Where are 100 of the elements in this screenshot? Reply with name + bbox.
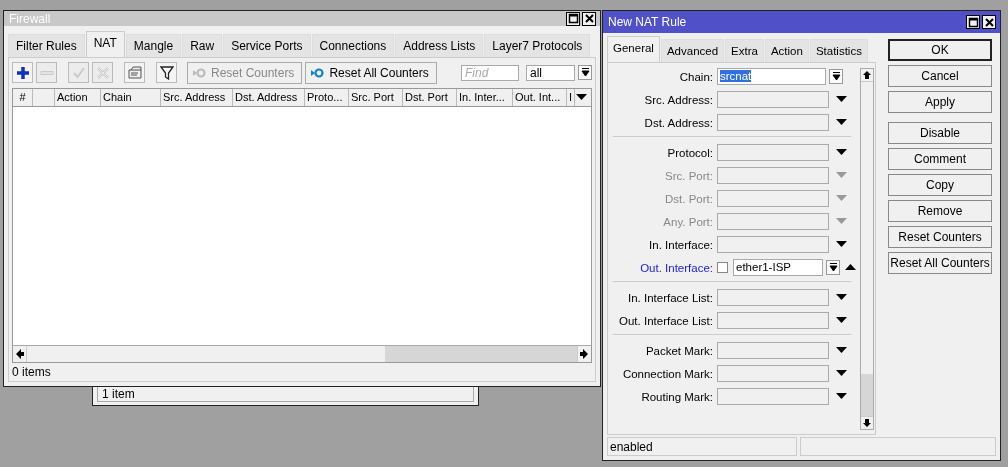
close-icon[interactable] (982, 15, 996, 29)
close-icon[interactable] (582, 11, 596, 26)
reset-icon (193, 67, 207, 78)
input-field[interactable] (717, 236, 829, 253)
field-label: Dst. Port: (664, 192, 714, 205)
tab[interactable]: Raw (182, 34, 223, 57)
tab[interactable]: Address Lists (395, 34, 484, 57)
field-label: Dst. Address: (643, 116, 714, 129)
action-button[interactable]: Apply (888, 91, 992, 113)
tab[interactable]: Mangle (125, 34, 182, 57)
right-arrow-icon[interactable] (578, 347, 590, 361)
reset-button[interactable]: Reset All Counters (305, 61, 437, 84)
checkbox[interactable] (717, 262, 728, 273)
column-header[interactable]: Src. Port (349, 89, 403, 106)
dropdown-icon[interactable] (835, 347, 847, 354)
field-label: Out. Interface: (639, 261, 714, 274)
input-field[interactable] (717, 114, 829, 131)
field-label: Protocol: (666, 146, 714, 159)
left-arrow-icon[interactable] (14, 347, 26, 361)
select-field[interactable]: srcnat (717, 68, 826, 85)
collapse-icon[interactable] (844, 264, 856, 271)
column-header[interactable]: Action (55, 89, 101, 106)
dropdown-icon[interactable] (829, 69, 843, 84)
scroll-thumb[interactable] (861, 374, 873, 416)
input-field[interactable] (717, 213, 829, 230)
input-field[interactable] (717, 388, 829, 405)
field-label: Connection Mark: (621, 367, 714, 380)
field-label: Src. Address: (643, 93, 714, 106)
field-label: Routing Mark: (640, 390, 714, 403)
horizontal-scrollbar[interactable] (13, 345, 591, 362)
column-header[interactable]: In. Inter... (457, 89, 513, 106)
window-title: New NAT Rule (608, 15, 687, 29)
action-button[interactable]: Remove (888, 200, 992, 222)
filter-button[interactable] (156, 62, 177, 83)
column-header[interactable]: Src. Address (161, 89, 233, 106)
input-field[interactable] (717, 91, 829, 108)
action-button[interactable]: Reset Counters (888, 226, 992, 248)
field-label: Src. Port: (664, 169, 714, 182)
filter-dropdown[interactable]: all (526, 64, 575, 81)
column-header[interactable]: Dst. Port (403, 89, 457, 106)
status-text: 0 items (12, 365, 51, 379)
action-button[interactable]: Cancel (888, 65, 992, 87)
action-button[interactable]: OK (888, 39, 992, 61)
field-label: In. Interface List: (627, 291, 714, 304)
add-icon (15, 65, 30, 80)
input-field[interactable] (717, 342, 829, 359)
tab[interactable]: NAT (85, 31, 125, 57)
column-header[interactable]: # (13, 89, 33, 106)
dropdown-icon[interactable] (835, 317, 847, 324)
tab[interactable]: Action (764, 39, 809, 62)
down-arrow-icon[interactable] (861, 417, 873, 429)
tab[interactable]: Connections (311, 34, 395, 57)
scroll-thumb[interactable] (385, 346, 577, 362)
dropdown-icon[interactable] (835, 241, 847, 248)
search-field[interactable]: Find (461, 64, 519, 81)
select-field[interactable]: ether1-ISP (733, 259, 823, 276)
column-header[interactable]: I (567, 89, 575, 106)
column-header[interactable]: Chain (101, 89, 161, 106)
input-field[interactable] (717, 312, 829, 329)
maximize-icon[interactable] (966, 15, 980, 29)
action-button[interactable]: Comment (888, 148, 992, 170)
tab[interactable]: Filter Rules (8, 34, 85, 57)
vertical-scrollbar[interactable] (860, 68, 874, 430)
comment-button[interactable] (124, 62, 145, 83)
input-field[interactable] (717, 190, 829, 207)
field-label: In. Interface: (648, 238, 714, 251)
tab[interactable]: Layer7 Protocols (484, 34, 591, 57)
dropdown-icon[interactable] (835, 119, 847, 126)
status-text: 1 item (102, 387, 135, 401)
up-arrow-icon[interactable] (861, 69, 873, 81)
field-label: Out. Interface List: (618, 314, 714, 327)
input-field[interactable] (717, 289, 829, 306)
tab[interactable]: Advanced (660, 39, 725, 62)
column-header[interactable]: Dst. Address (233, 89, 305, 106)
action-button[interactable]: Reset All Counters (888, 252, 992, 274)
tab[interactable]: Service Ports (223, 34, 311, 57)
dropdown-icon[interactable] (835, 370, 847, 377)
input-field[interactable] (717, 365, 829, 382)
tab[interactable]: Statistics (809, 39, 868, 62)
add-button[interactable] (12, 62, 33, 83)
tab[interactable]: Extra (725, 39, 764, 62)
maximize-icon[interactable] (566, 11, 580, 26)
cross-icon (95, 65, 110, 80)
dropdown-icon[interactable] (835, 96, 847, 103)
dropdown-icon[interactable] (578, 65, 592, 80)
note-icon (127, 65, 142, 80)
action-button[interactable]: Copy (888, 174, 992, 196)
column-header[interactable]: Proto... (305, 89, 349, 106)
input-field[interactable] (717, 144, 829, 161)
column-header[interactable]: Out. Int... (513, 89, 567, 106)
dropdown-icon[interactable] (826, 260, 840, 275)
field-label: Any. Port: (662, 215, 714, 228)
check-icon (71, 65, 86, 80)
input-field[interactable] (717, 167, 829, 184)
tab[interactable]: General (607, 36, 660, 62)
dropdown-icon[interactable] (835, 149, 847, 156)
dropdown-icon[interactable] (835, 393, 847, 400)
reset-icon (311, 67, 326, 78)
dropdown-icon[interactable] (835, 294, 847, 301)
action-button[interactable]: Disable (888, 122, 992, 144)
